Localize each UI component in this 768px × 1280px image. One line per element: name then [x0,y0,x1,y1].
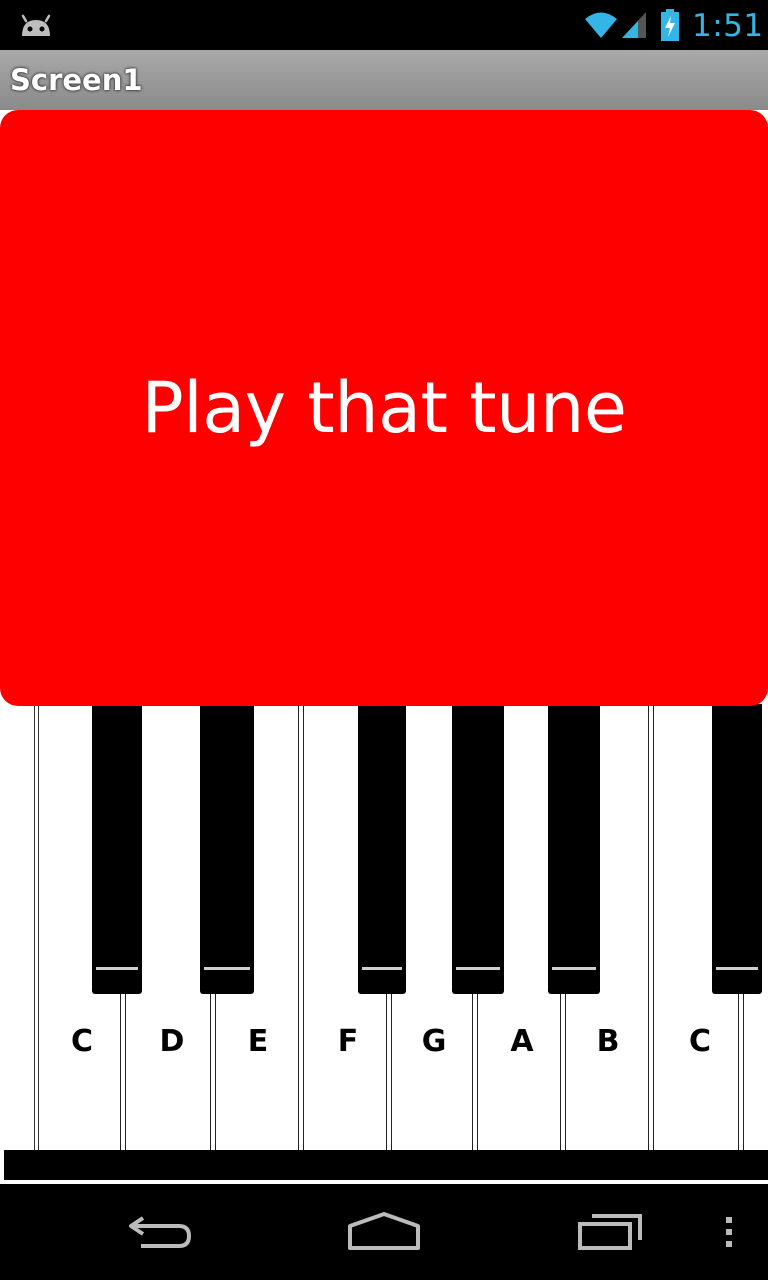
piano-black-key [200,704,254,994]
android-icon [21,14,51,36]
piano-black-key [452,704,504,994]
title-bar: Screen1 [0,50,768,110]
piano-key-divider [34,704,39,1154]
status-clock: 1:51 [692,8,764,44]
note-label: B [596,1024,620,1059]
overflow-menu-icon [726,1217,732,1247]
overflow-menu-button[interactable] [712,1202,746,1262]
piano-black-key [548,704,600,994]
navigation-bar [0,1184,768,1280]
back-button[interactable] [118,1202,202,1262]
note-label: D [159,1024,185,1059]
wifi-icon [585,12,617,38]
home-button[interactable] [340,1202,428,1262]
screen-title: Screen1 [10,63,143,97]
app-screen: 1:51 Screen1 C D E F G A B C Play that t… [0,0,768,1280]
home-icon [348,1212,420,1250]
note-label: A [510,1024,534,1059]
recent-apps-icon [578,1214,642,1250]
recent-apps-button[interactable] [568,1202,652,1262]
note-label: C [688,1024,712,1059]
note-label: E [247,1024,269,1059]
play-tune-button-label: Play that tune [141,367,627,449]
back-icon [129,1216,192,1248]
piano-black-key [92,704,142,994]
play-tune-button[interactable]: Play that tune [0,110,768,706]
piano-key-divider [298,704,304,1164]
battery-charging-icon [661,9,679,41]
status-bar: 1:51 [0,0,768,50]
note-label: F [337,1024,359,1059]
piano-base-bar [4,1150,768,1180]
piano-black-key [712,704,762,994]
piano-key-divider [648,704,654,1164]
piano-black-key [358,704,406,994]
note-label: C [70,1024,94,1059]
note-label: G [421,1024,447,1059]
signal-icon [622,12,646,38]
